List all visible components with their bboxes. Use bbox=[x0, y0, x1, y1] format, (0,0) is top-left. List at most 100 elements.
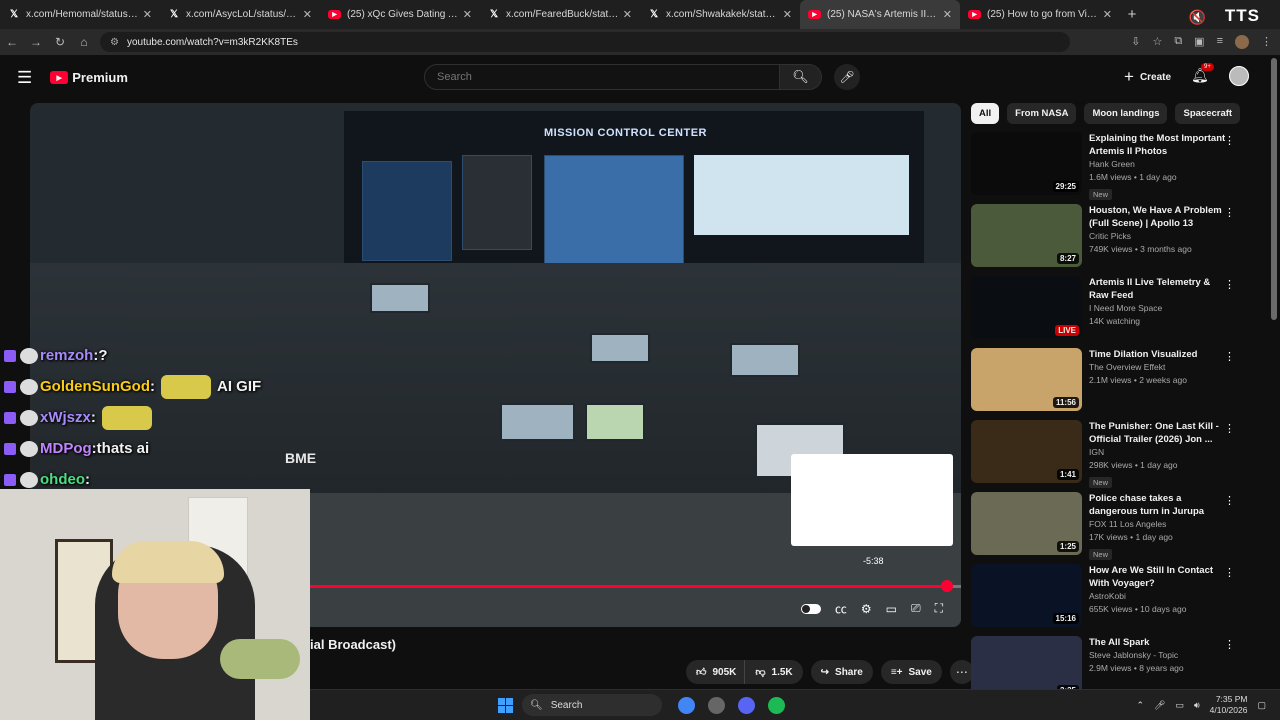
save-button[interactable]: ≡+ Save bbox=[880, 660, 942, 684]
close-tab-icon[interactable]: ✕ bbox=[943, 8, 952, 21]
video-title[interactable]: Artemis II Live Telemetry & Raw Feed bbox=[1089, 276, 1229, 302]
volume-icon[interactable]: 🔊︎ bbox=[1194, 700, 1200, 711]
dislike-button[interactable]: 👎︎ 1.5K bbox=[744, 660, 803, 684]
recommended-video[interactable]: 8:27 Houston, We Have A Problem (Full Sce… bbox=[971, 204, 1251, 270]
close-tab-icon[interactable]: ✕ bbox=[623, 8, 632, 21]
notification-icon[interactable]: ▢ bbox=[1257, 700, 1266, 711]
autoplay-toggle[interactable] bbox=[800, 603, 821, 614]
fullscreen-icon[interactable]: ⛶ bbox=[935, 601, 943, 616]
more-options-icon[interactable]: ⋮ bbox=[1224, 494, 1235, 507]
channel-name[interactable]: IGN bbox=[1089, 446, 1229, 459]
browser-tab[interactable]: 𝕏x.com/Hemomal/status/20425 ✕ bbox=[0, 0, 160, 29]
miniplayer-icon[interactable]: ▭ bbox=[886, 602, 897, 616]
share-button[interactable]: ↪ Share bbox=[810, 660, 873, 684]
browser-tab[interactable]: 𝕏x.com/FearedBuck/status/2042 ✕ bbox=[480, 0, 640, 29]
more-options-icon[interactable]: ⋮ bbox=[1224, 422, 1235, 435]
more-options-icon[interactable]: ⋮ bbox=[1224, 350, 1235, 363]
youtube-premium-logo[interactable]: ▶ Premium bbox=[50, 70, 128, 85]
media-icon[interactable]: ≡ bbox=[1217, 35, 1223, 49]
channel-name[interactable]: The Overview Effekt bbox=[1089, 361, 1229, 374]
discord-icon[interactable] bbox=[738, 697, 755, 714]
video-title[interactable]: How Are We Still In Contact With Voyager… bbox=[1089, 564, 1229, 590]
channel-name[interactable]: Critic Picks bbox=[1089, 230, 1229, 243]
channel-name[interactable]: AstroKobi bbox=[1089, 590, 1229, 603]
video-title[interactable]: Houston, We Have A Problem (Full Scene) … bbox=[1089, 204, 1229, 230]
more-options-icon[interactable]: ⋮ bbox=[1224, 278, 1235, 291]
filter-chip[interactable]: From NASA bbox=[1007, 103, 1077, 124]
install-icon[interactable]: ⇩ bbox=[1131, 35, 1140, 49]
site-info-icon[interactable]: ⚙ bbox=[110, 37, 119, 48]
progress-scrubber[interactable] bbox=[941, 580, 954, 592]
video-thumbnail[interactable]: 1:41 bbox=[971, 420, 1082, 483]
mic-icon[interactable]: 🎤︎ bbox=[1154, 700, 1165, 711]
video-thumbnail[interactable]: 8:27 bbox=[971, 204, 1082, 267]
video-title[interactable]: Police chase takes a dangerous turn in J… bbox=[1089, 492, 1229, 518]
video-thumbnail[interactable]: 15:16 bbox=[971, 564, 1082, 627]
taskbar-search[interactable]: 🔍︎ Search bbox=[522, 694, 662, 716]
channel-name[interactable]: I Need More Space bbox=[1089, 302, 1229, 315]
forward-icon[interactable]: → bbox=[24, 35, 48, 49]
captions-icon[interactable]: ㏄ bbox=[835, 600, 847, 617]
close-tab-icon[interactable]: ✕ bbox=[783, 8, 792, 21]
browser-tab[interactable]: ▶ (25) NASA's Artemis II Live ✕ bbox=[800, 0, 960, 29]
recommended-video[interactable]: 1:25 Police chase takes a dangerous turn … bbox=[971, 492, 1251, 560]
browser-tab[interactable]: 𝕏x.com/Shwakakek/status/20426 ✕ bbox=[640, 0, 800, 29]
recommended-video[interactable]: 11:56 Time Dilation Visualized The Overvie… bbox=[971, 348, 1251, 414]
filter-chip[interactable]: All bbox=[971, 103, 1000, 124]
back-icon[interactable]: ← bbox=[0, 35, 24, 49]
video-title[interactable]: Explaining the Most Important Artemis II… bbox=[1089, 132, 1229, 158]
filter-chip[interactable]: Moon landings bbox=[1084, 103, 1168, 124]
network-icon[interactable]: ▭ bbox=[1175, 700, 1184, 711]
channel-name[interactable]: Steve Jablonsky - Topic bbox=[1089, 649, 1229, 662]
filter-chip[interactable]: Spacecraft bbox=[1175, 103, 1241, 124]
spotify-icon[interactable] bbox=[768, 697, 785, 714]
browser-tab[interactable]: ▶ (25) xQc Gives Dating Advice to ✕ bbox=[320, 0, 480, 29]
recommended-video[interactable]: 29:25 Explaining the Most Important Artem… bbox=[971, 132, 1251, 200]
recommended-video[interactable]: LIVE Artemis II Live Telemetry & Raw Feed… bbox=[971, 276, 1251, 342]
chevron-up-icon[interactable]: ⌃ bbox=[1136, 700, 1144, 711]
close-tab-icon[interactable]: ✕ bbox=[1103, 8, 1112, 21]
video-thumbnail[interactable]: 1:25 bbox=[971, 492, 1082, 555]
extensions-icon[interactable]: ⧉ bbox=[1174, 35, 1182, 49]
channel-name[interactable]: Hank Green bbox=[1089, 158, 1229, 171]
voice-search-button[interactable]: 🎤︎ bbox=[834, 64, 860, 90]
reload-icon[interactable]: ↻ bbox=[48, 35, 72, 49]
new-tab-icon[interactable]: + bbox=[1120, 6, 1144, 23]
address-bar[interactable]: ⚙ youtube.com/watch?v=m3kR2KK8TEs bbox=[100, 32, 1070, 52]
video-thumbnail[interactable]: LIVE bbox=[971, 276, 1082, 339]
settings-gear-icon[interactable]: ⚙ bbox=[861, 602, 872, 616]
menu-kebab-icon[interactable]: ⋮ bbox=[1261, 35, 1272, 49]
more-options-icon[interactable]: ⋮ bbox=[1224, 134, 1235, 147]
more-options-icon[interactable]: ⋮ bbox=[1224, 206, 1235, 219]
channel-name[interactable]: FOX 11 Los Angeles bbox=[1089, 518, 1229, 531]
split-view-icon[interactable]: ▣ bbox=[1194, 35, 1204, 49]
create-button[interactable]: + Create bbox=[1124, 66, 1171, 88]
home-icon[interactable]: ⌂ bbox=[72, 35, 96, 49]
video-title[interactable]: Time Dilation Visualized bbox=[1089, 348, 1229, 361]
hamburger-menu-icon[interactable]: ☰ bbox=[17, 68, 32, 88]
obs-icon[interactable] bbox=[708, 697, 725, 714]
search-button[interactable]: 🔍︎ bbox=[780, 64, 822, 90]
like-button[interactable]: 👍︎ 905K bbox=[686, 660, 745, 684]
chrome-icon[interactable] bbox=[678, 697, 695, 714]
recommended-video[interactable]: 1:41 The Punisher: One Last Kill - Offici… bbox=[971, 420, 1251, 488]
notifications-button[interactable]: 🔔︎ 9+ bbox=[1191, 63, 1214, 84]
video-title[interactable]: The Punisher: One Last Kill - Official T… bbox=[1089, 420, 1229, 446]
more-options-icon[interactable]: ⋮ bbox=[1224, 566, 1235, 579]
cast-icon[interactable]: ⎚ bbox=[911, 601, 921, 616]
more-options-icon[interactable]: ⋮ bbox=[1224, 638, 1235, 651]
page-scrollbar[interactable] bbox=[1271, 58, 1277, 320]
taskbar-clock[interactable]: 7:35 PM 4/10/2026 bbox=[1210, 694, 1248, 716]
video-title[interactable]: The All Spark bbox=[1089, 636, 1229, 649]
browser-tab[interactable]: 𝕏x.com/AsycLoL/status/204269 ✕ bbox=[160, 0, 320, 29]
browser-tab[interactable]: ▶ (25) How to go from Viral Star ✕ bbox=[960, 0, 1120, 29]
close-tab-icon[interactable]: ✕ bbox=[463, 8, 472, 21]
close-tab-icon[interactable]: ✕ bbox=[303, 8, 312, 21]
close-tab-icon[interactable]: ✕ bbox=[143, 8, 152, 21]
account-avatar[interactable] bbox=[1229, 66, 1249, 86]
recommended-video[interactable]: 15:16 How Are We Still In Contact With Vo… bbox=[971, 564, 1251, 630]
profile-avatar[interactable] bbox=[1235, 35, 1249, 49]
video-thumbnail[interactable]: 11:56 bbox=[971, 348, 1082, 411]
search-input[interactable] bbox=[424, 64, 780, 90]
windows-start-icon[interactable] bbox=[498, 698, 513, 713]
